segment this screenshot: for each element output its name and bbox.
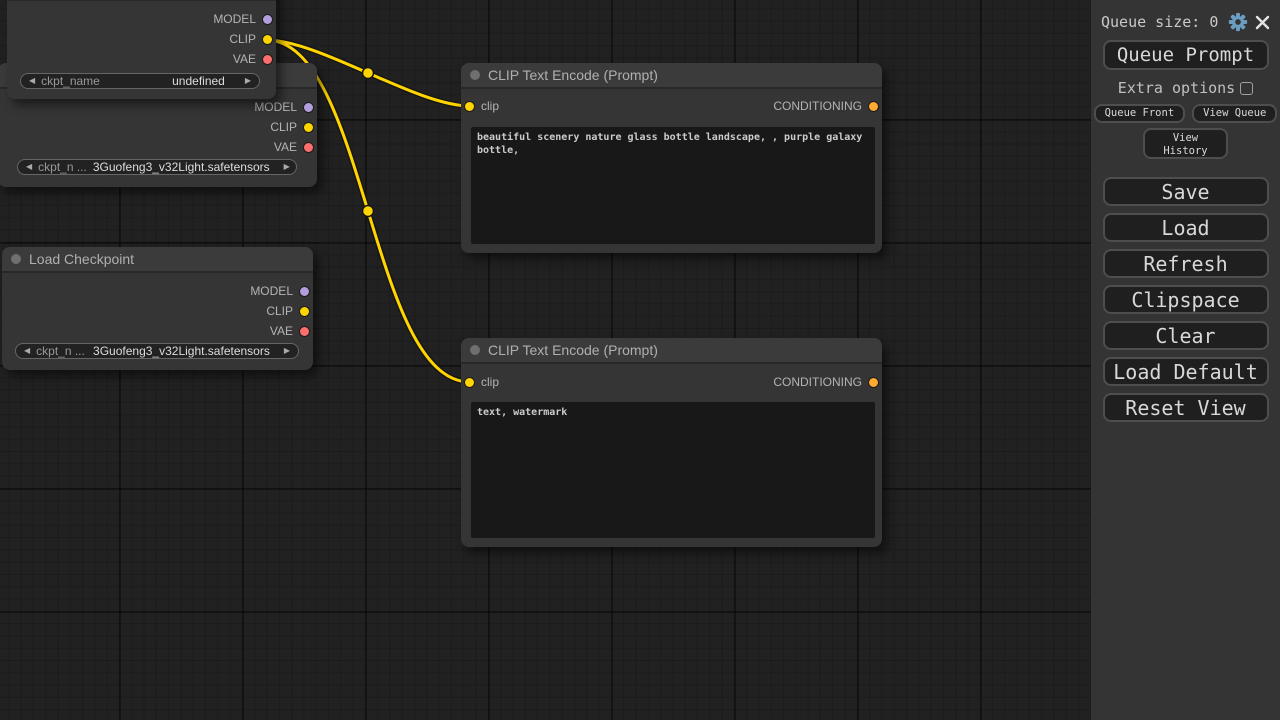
clip-port-dot[interactable] xyxy=(465,102,474,111)
extra-options-checkbox[interactable] xyxy=(1240,82,1253,95)
port-label: clip xyxy=(481,99,499,113)
widget-name: ckpt_n ... xyxy=(36,344,85,358)
port-label: CONDITIONING xyxy=(773,375,862,389)
input-port-clip: clip xyxy=(465,372,499,392)
node-title-bar[interactable]: CLIP Text Encode (Prompt) xyxy=(461,338,882,364)
widget-name: ckpt_name xyxy=(41,74,100,88)
load-button[interactable]: Load xyxy=(1103,213,1269,242)
conditioning-port-dot[interactable] xyxy=(869,102,878,111)
node-status-dot xyxy=(470,70,480,80)
port-label: CLIP xyxy=(270,120,297,134)
model-port-dot[interactable] xyxy=(300,287,309,296)
combo-right-arrow-icon[interactable]: ▶ xyxy=(284,163,290,171)
settings-gear-icon[interactable] xyxy=(1228,12,1248,32)
port-label: VAE xyxy=(270,324,293,338)
queue-prompt-button[interactable]: Queue Prompt xyxy=(1103,40,1269,70)
ckpt-name-combo-widget[interactable]: ◀ ckpt_n ... 3Guofeng3_v32Light.safetens… xyxy=(17,159,297,175)
conditioning-port-dot[interactable] xyxy=(869,378,878,387)
extra-options-row: Extra options xyxy=(1091,79,1280,97)
node-title: Load Checkpoint xyxy=(29,251,134,267)
vae-port-dot[interactable] xyxy=(304,143,313,152)
node-title-bar[interactable]: Load Checkpoint xyxy=(2,247,313,273)
load-checkpoint-node[interactable]: Load Checkpoint MODEL CLIP VAE ◀ ckpt_n … xyxy=(2,247,313,370)
output-port-model: MODEL xyxy=(213,9,272,29)
output-port-clip: CLIP xyxy=(270,117,313,137)
output-port-model: MODEL xyxy=(250,281,309,301)
ckpt-name-combo-widget[interactable]: ◀ ckpt_n ... 3Guofeng3_v32Light.safetens… xyxy=(15,343,299,359)
widget-value: undefined xyxy=(172,74,225,88)
node-title-bar[interactable]: CLIP Text Encode (Prompt) xyxy=(461,63,882,89)
port-label: MODEL xyxy=(213,12,256,26)
port-label: clip xyxy=(481,375,499,389)
node-status-dot xyxy=(470,345,480,355)
load-default-button[interactable]: Load Default xyxy=(1103,357,1269,386)
view-history-button[interactable]: View History xyxy=(1143,128,1228,159)
node-title: CLIP Text Encode (Prompt) xyxy=(488,67,658,83)
input-port-clip: clip xyxy=(465,96,499,116)
link-midpoint-dot xyxy=(363,68,374,79)
model-port-dot[interactable] xyxy=(263,15,272,24)
output-port-conditioning: CONDITIONING xyxy=(773,372,878,392)
node-title-bar[interactable] xyxy=(7,0,276,1)
output-port-vae: VAE xyxy=(274,137,313,157)
output-port-model: MODEL xyxy=(254,97,313,117)
output-port-conditioning: CONDITIONING xyxy=(773,96,878,116)
node-title: CLIP Text Encode (Prompt) xyxy=(488,342,658,358)
combo-left-arrow-icon[interactable]: ◀ xyxy=(26,163,32,171)
port-label: VAE xyxy=(274,140,297,154)
save-button[interactable]: Save xyxy=(1103,177,1269,206)
output-port-vae: VAE xyxy=(270,321,309,341)
comfy-menu-panel: Queue size: 0 Queue Prompt Extra options xyxy=(1091,0,1280,720)
checkpoint-node-top[interactable]: MODEL CLIP VAE ◀ ckpt_name undefined ▶ xyxy=(7,0,276,99)
port-label: CLIP xyxy=(266,304,293,318)
widget-value: 3Guofeng3_v32Light.safetensors xyxy=(93,160,270,174)
ckpt-name-combo-widget[interactable]: ◀ ckpt_name undefined ▶ xyxy=(20,73,260,89)
model-port-dot[interactable] xyxy=(304,103,313,112)
extra-options-label: Extra options xyxy=(1118,79,1235,97)
output-port-vae: VAE xyxy=(233,49,272,69)
graph-canvas[interactable]: MODEL CLIP VAE ◀ ckpt_n ... 3Guofeng3_v3… xyxy=(0,0,1091,720)
port-label: MODEL xyxy=(250,284,293,298)
clear-button[interactable]: Clear xyxy=(1103,321,1269,350)
queue-size-label: Queue size: 0 xyxy=(1101,13,1221,31)
port-label: CLIP xyxy=(229,32,256,46)
refresh-button[interactable]: Refresh xyxy=(1103,249,1269,278)
clip-port-dot[interactable] xyxy=(300,307,309,316)
clip-text-encode-node-negative[interactable]: CLIP Text Encode (Prompt) clip CONDITION… xyxy=(461,338,882,547)
port-label: MODEL xyxy=(254,100,297,114)
queue-front-button[interactable]: Queue Front xyxy=(1094,104,1186,123)
prompt-textarea[interactable]: beautiful scenery nature glass bottle la… xyxy=(471,127,875,244)
port-label: VAE xyxy=(233,52,256,66)
output-port-clip: CLIP xyxy=(266,301,309,321)
menu-header: Queue size: 0 xyxy=(1091,0,1280,32)
clip-port-dot[interactable] xyxy=(263,35,272,44)
reset-view-button[interactable]: Reset View xyxy=(1103,393,1269,422)
vae-port-dot[interactable] xyxy=(300,327,309,336)
view-queue-button[interactable]: View Queue xyxy=(1192,104,1277,123)
combo-right-arrow-icon[interactable]: ▶ xyxy=(284,347,290,355)
clip-port-dot[interactable] xyxy=(304,123,313,132)
clip-text-encode-node-positive[interactable]: CLIP Text Encode (Prompt) clip CONDITION… xyxy=(461,63,882,253)
output-port-clip: CLIP xyxy=(229,29,272,49)
vae-port-dot[interactable] xyxy=(263,55,272,64)
close-icon[interactable] xyxy=(1255,15,1270,30)
queue-controls-row: Queue Front View Queue xyxy=(1091,104,1280,123)
combo-left-arrow-icon[interactable]: ◀ xyxy=(29,77,35,85)
menu-button-list: Save Load Refresh Clipspace Clear Load D… xyxy=(1091,177,1280,422)
node-status-dot xyxy=(11,254,21,264)
clip-port-dot[interactable] xyxy=(465,378,474,387)
prompt-textarea[interactable]: text, watermark xyxy=(471,402,875,538)
combo-right-arrow-icon[interactable]: ▶ xyxy=(245,77,251,85)
widget-name: ckpt_n ... xyxy=(38,160,87,174)
widget-value: 3Guofeng3_v32Light.safetensors xyxy=(93,344,270,358)
clipspace-button[interactable]: Clipspace xyxy=(1103,285,1269,314)
combo-left-arrow-icon[interactable]: ◀ xyxy=(24,347,30,355)
link-midpoint-dot xyxy=(363,206,374,217)
port-label: CONDITIONING xyxy=(773,99,862,113)
